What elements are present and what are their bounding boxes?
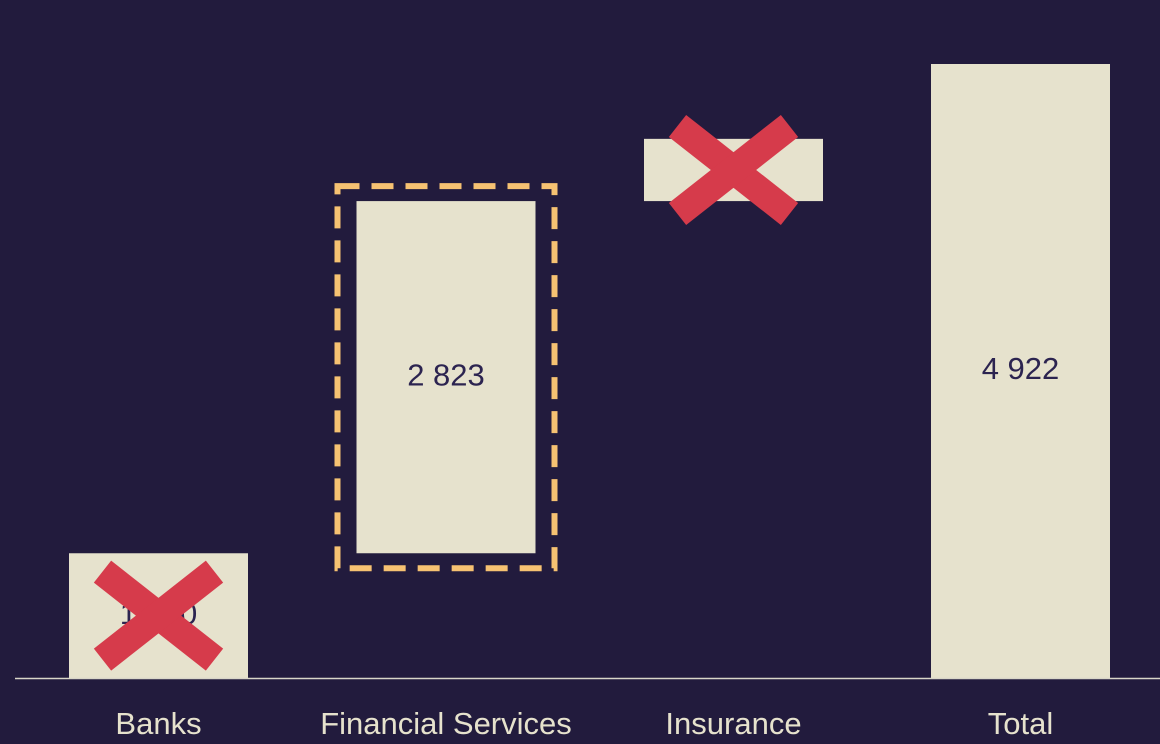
bars-layer [69, 64, 1110, 678]
chart-container: 1 6002 8234 922 BanksFinancial ServicesI… [0, 0, 1160, 744]
bar-value-total: 4 922 [982, 351, 1060, 386]
value-labels-layer: 1 6002 8234 922 [120, 351, 1060, 631]
waterfall-chart: 1 6002 8234 922 BanksFinancial ServicesI… [15, 64, 1160, 741]
bar-value-financial-services: 2 823 [407, 357, 485, 392]
category-label-financial-services: Financial Services [320, 706, 572, 741]
category-label-banks: Banks [115, 706, 201, 741]
category-label-total: Total [988, 706, 1053, 741]
category-labels-layer: Banks Financial Services Insurance Total [115, 706, 1053, 741]
category-label-insurance: Insurance [665, 706, 801, 741]
